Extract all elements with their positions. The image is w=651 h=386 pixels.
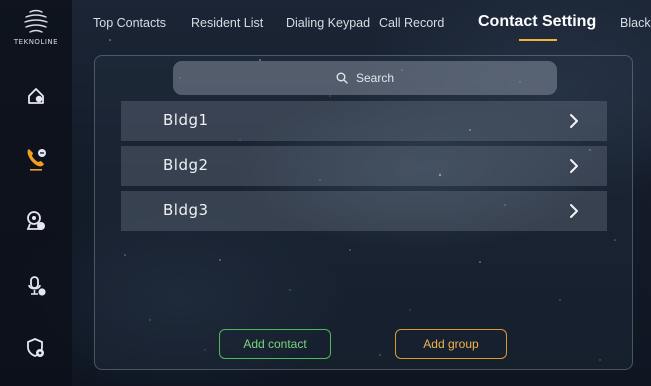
brand-logo: TEKNOLINE: [8, 8, 64, 60]
microphone-icon: [28, 276, 46, 296]
phone-icon: [27, 149, 46, 171]
chevron-right-icon: [570, 204, 578, 218]
list-item-bldg2[interactable]: Bldg2: [121, 146, 607, 186]
tab-contact-setting[interactable]: Contact Setting: [478, 13, 596, 31]
brand-name: TEKNOLINE: [13, 38, 59, 46]
sidebar: TEKNOLINE: [0, 0, 72, 386]
search-content: Search: [173, 61, 557, 95]
tab-top-contacts[interactable]: Top Contacts: [93, 16, 166, 30]
top-tab-bar: Top Contacts Resident List Dialing Keypa…: [72, 0, 651, 50]
sidebar-item-microphone[interactable]: [18, 268, 54, 304]
add-group-button[interactable]: Add group: [395, 329, 507, 359]
home-icon: [28, 88, 44, 104]
tab-dialing-keypad[interactable]: Dialing Keypad: [286, 16, 370, 30]
list-item-label: Bldg1: [163, 111, 209, 129]
teknoline-logo-icon: [24, 9, 48, 33]
chevron-right-icon: [570, 114, 578, 128]
search-input[interactable]: Search: [173, 61, 557, 95]
active-tab-indicator: [519, 39, 557, 41]
list-item-bldg1[interactable]: Bldg1: [121, 101, 607, 141]
sidebar-item-home[interactable]: [18, 78, 54, 114]
shield-settings-icon: [27, 338, 44, 357]
list-item-bldg3[interactable]: Bldg3: [121, 191, 607, 231]
search-icon: [336, 72, 348, 84]
contact-setting-panel: Search Bldg1 Bldg2 Bldg3 Add contact Add…: [94, 55, 633, 370]
tab-black[interactable]: Black: [620, 16, 651, 30]
sidebar-item-camera[interactable]: [18, 203, 54, 239]
sidebar-item-contacts[interactable]: [18, 140, 54, 176]
search-placeholder: Search: [355, 71, 395, 85]
tab-call-record[interactable]: Call Record: [379, 16, 444, 30]
camera-icon: [26, 211, 45, 230]
tab-resident-list[interactable]: Resident List: [191, 16, 263, 30]
list-item-label: Bldg2: [163, 156, 209, 174]
list-item-label: Bldg3: [163, 201, 209, 219]
chevron-right-icon: [570, 159, 578, 173]
sidebar-item-security[interactable]: [18, 330, 54, 366]
add-contact-button[interactable]: Add contact: [219, 329, 331, 359]
